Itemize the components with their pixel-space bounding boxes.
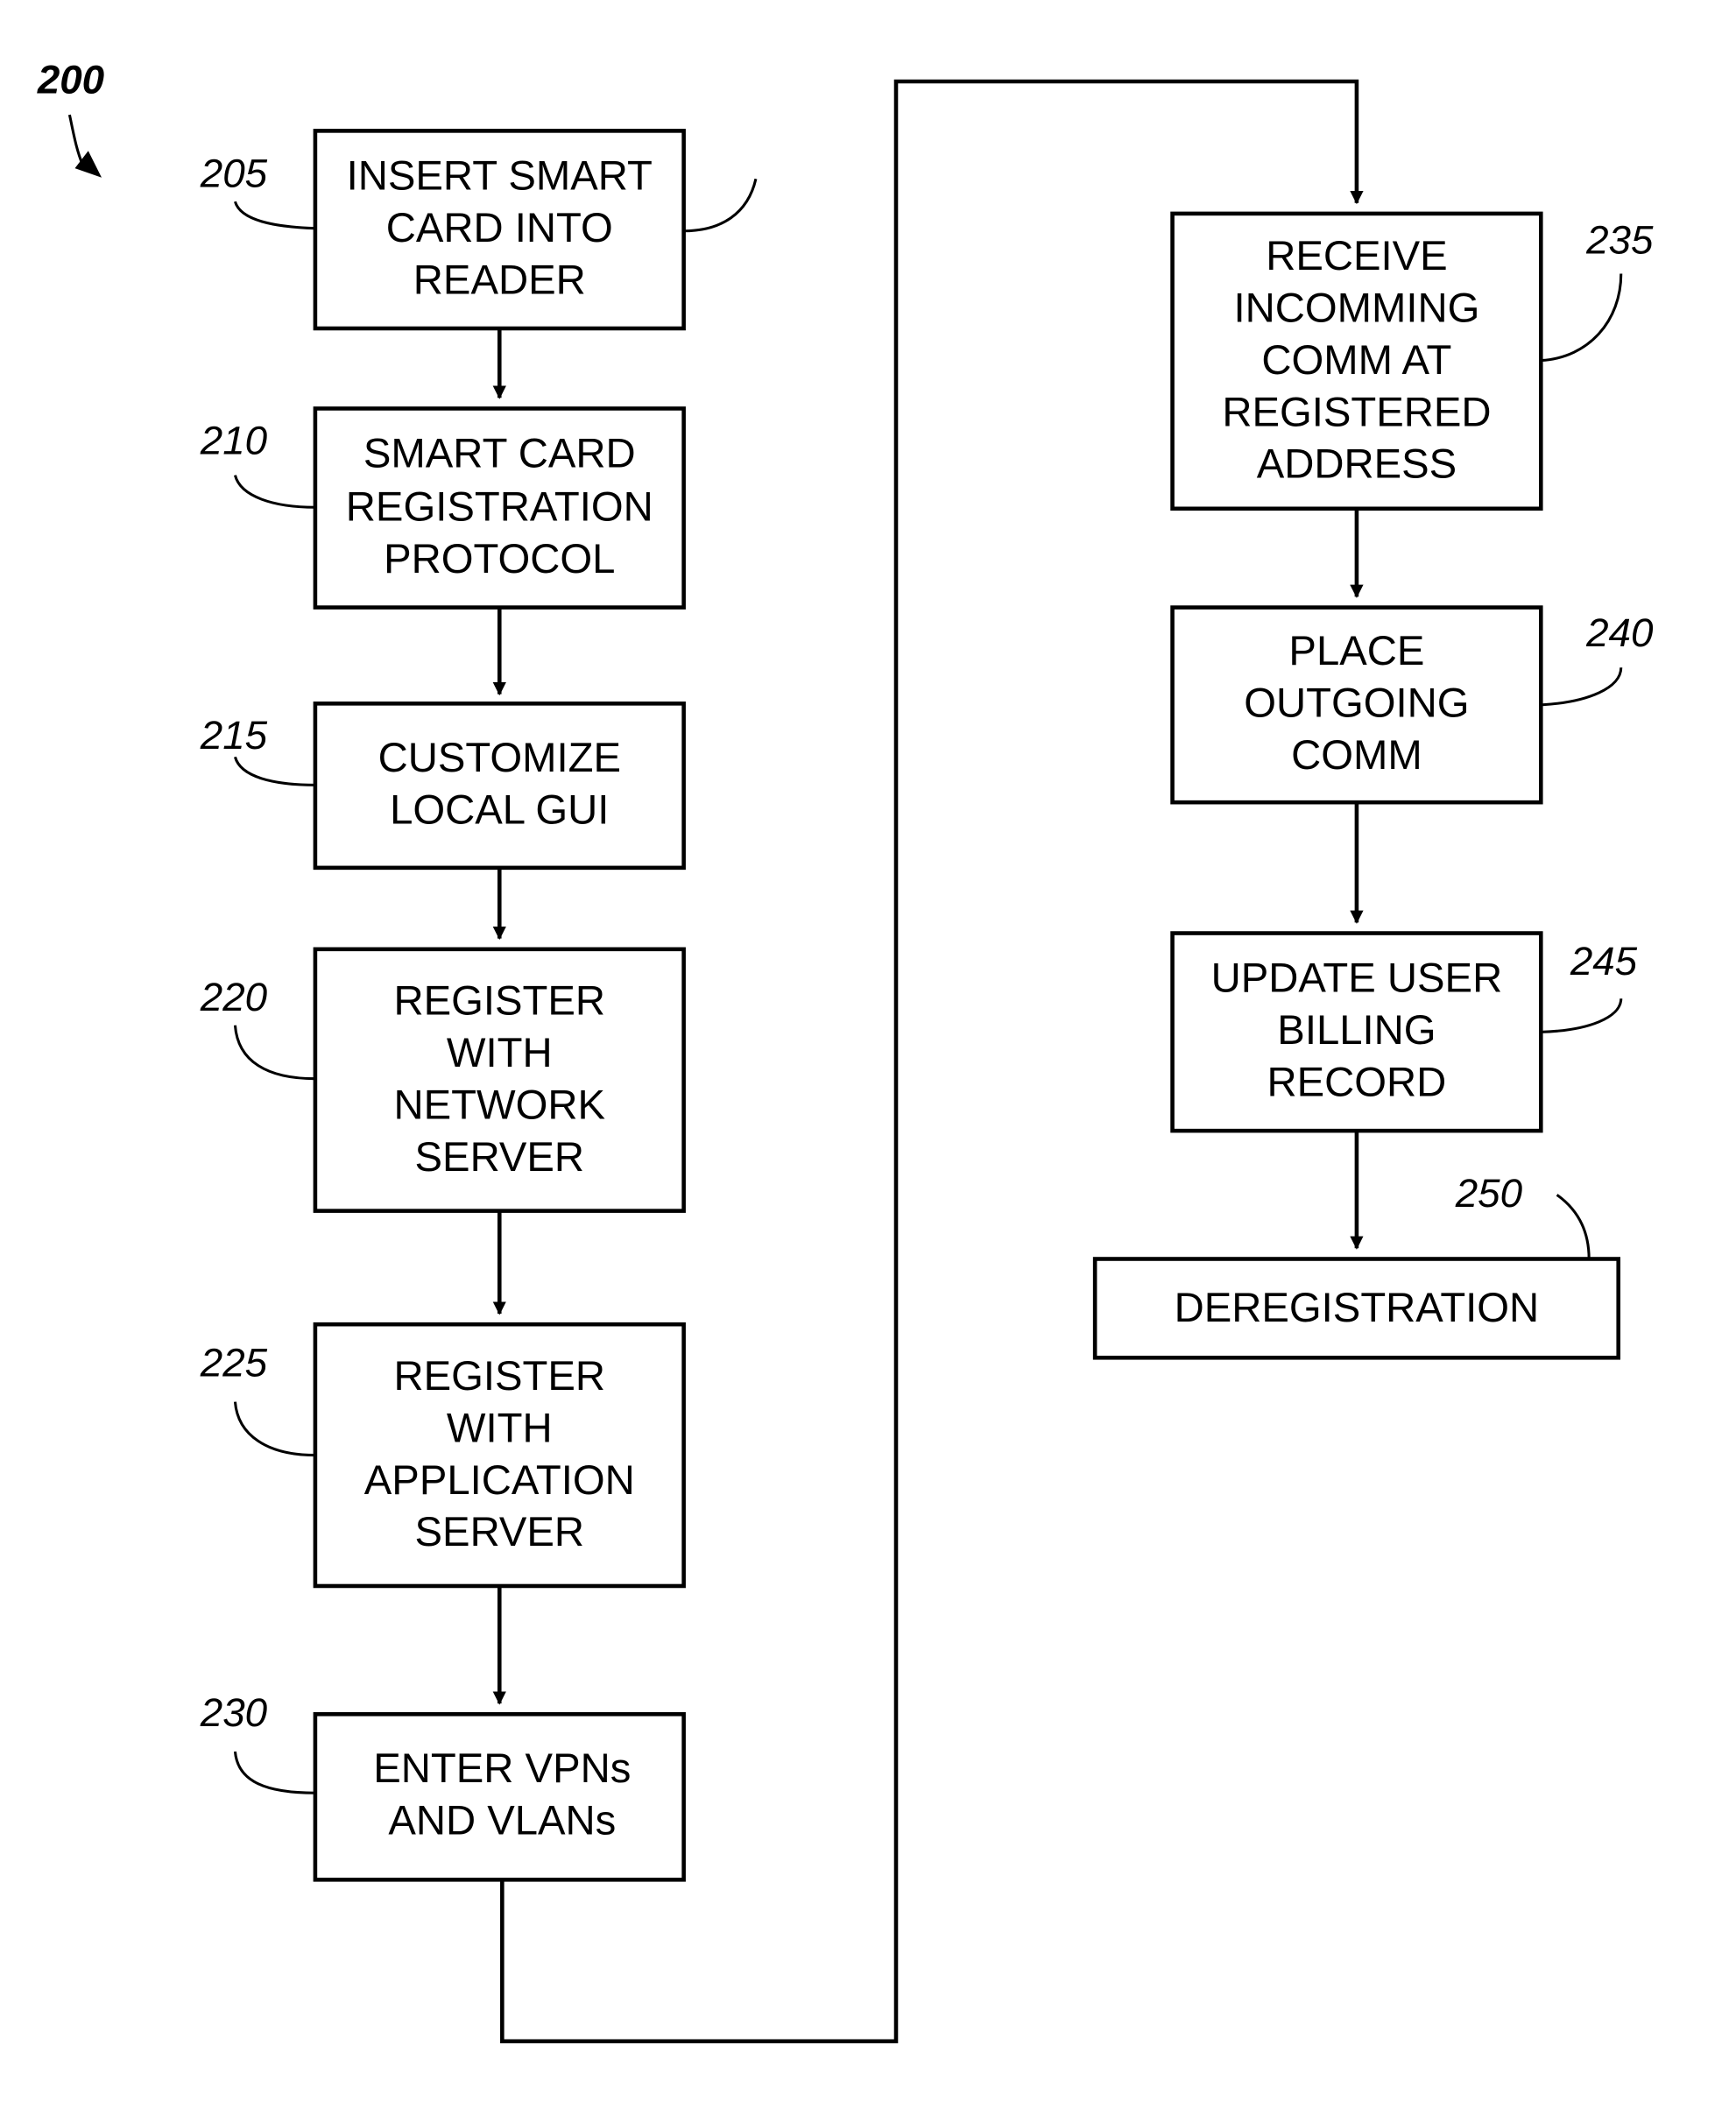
step-text-line: LOCAL GUI [390,787,609,834]
step-text-line: REGISTER [393,978,605,1025]
step-box [313,701,686,871]
step-text-line: BILLING [1277,1007,1436,1054]
step-245: UPDATE USER BILLING RECORD 245 [1170,931,1638,1133]
leader-line [1541,998,1623,1033]
leader-line [233,756,315,786]
reference-number: 240 [1585,610,1654,655]
reference-number: 225 [200,1341,268,1385]
leader-line [233,1751,315,1794]
step-text-line: COMM [1291,732,1422,779]
step-220: REGISTER WITH NETWORK SERVER 220 [200,947,686,1213]
leader-line [233,201,315,230]
reference-number: 205 [200,151,268,195]
step-text-line: WITH [447,1030,553,1076]
step-text-line: SERVER [415,1134,584,1181]
step-text-line: CARD INTO [386,205,613,251]
step-text-line: REGISTERED [1222,389,1491,435]
step-text-line: CUSTOMIZE [378,735,621,781]
reference-number: 250 [1455,1171,1523,1216]
step-text-line: WITH [447,1405,553,1451]
reference-number: 215 [200,713,268,758]
reference-number: 245 [1570,939,1638,983]
leader-line [1556,1194,1591,1259]
step-text-line: APPLICATION [364,1457,635,1504]
step-215: CUSTOMIZE LOCAL GUI 215 [200,701,686,871]
step-text-line: OUTGOING [1244,680,1469,727]
figure-pointer-line [67,114,85,166]
step-text-line: PLACE [1288,628,1424,674]
leader-line [233,475,315,509]
step-240: PLACE OUTGOING COMM 240 [1170,605,1654,805]
step-210: SMART CARD REGISTRATION PROTOCOL 210 [200,406,686,610]
step-text-line: SERVER [415,1509,584,1555]
step-text-line: NETWORK [394,1082,606,1128]
step-text-line: INCOMMING [1233,285,1479,331]
step-225: REGISTER WITH APPLICATION SERVER 225 [200,1322,686,1589]
step-text-line: UPDATE USER [1211,955,1503,1002]
step-205: INSERT SMART CARD INTO READER 205 [200,129,758,331]
step-text-line: PROTOCOL [384,536,615,582]
step-text-line: REGISTRATION [346,484,653,531]
step-text-line: READER [413,257,586,303]
reference-number: 210 [200,418,268,462]
flowchart: 200 INSERT SMART CARD INTO READER 205 SM… [37,58,1654,2044]
step-text-line: INSERT SMART [347,152,653,199]
reference-number: 235 [1585,218,1654,263]
leader-line [233,1025,315,1081]
step-230: ENTER VPNs AND VLANs 230 [200,1690,686,1882]
figure-reference: 200 [37,58,104,102]
step-text-line: ENTER VPNs [373,1745,631,1792]
leader-line-right [683,178,758,233]
step-text-line: ADDRESS [1257,441,1457,488]
reference-number: 230 [200,1690,268,1735]
leader-line [1541,273,1623,363]
leader-line [233,1401,315,1457]
step-text-line: AND VLANs [388,1798,616,1844]
reference-number: 220 [200,975,268,1019]
step-235: RECEIVE INCOMMING COMM AT REGISTERED ADD… [1170,211,1654,511]
step-text-line: COMM AT [1261,337,1451,384]
leader-line [1541,667,1623,707]
step-text-line: REGISTER [393,1353,605,1399]
step-text-line: SMART CARD [363,431,636,477]
step-text-line: RECORD [1267,1060,1447,1106]
step-text-line: RECEIVE [1266,233,1447,279]
step-text-line: DEREGISTRATION [1175,1285,1540,1331]
